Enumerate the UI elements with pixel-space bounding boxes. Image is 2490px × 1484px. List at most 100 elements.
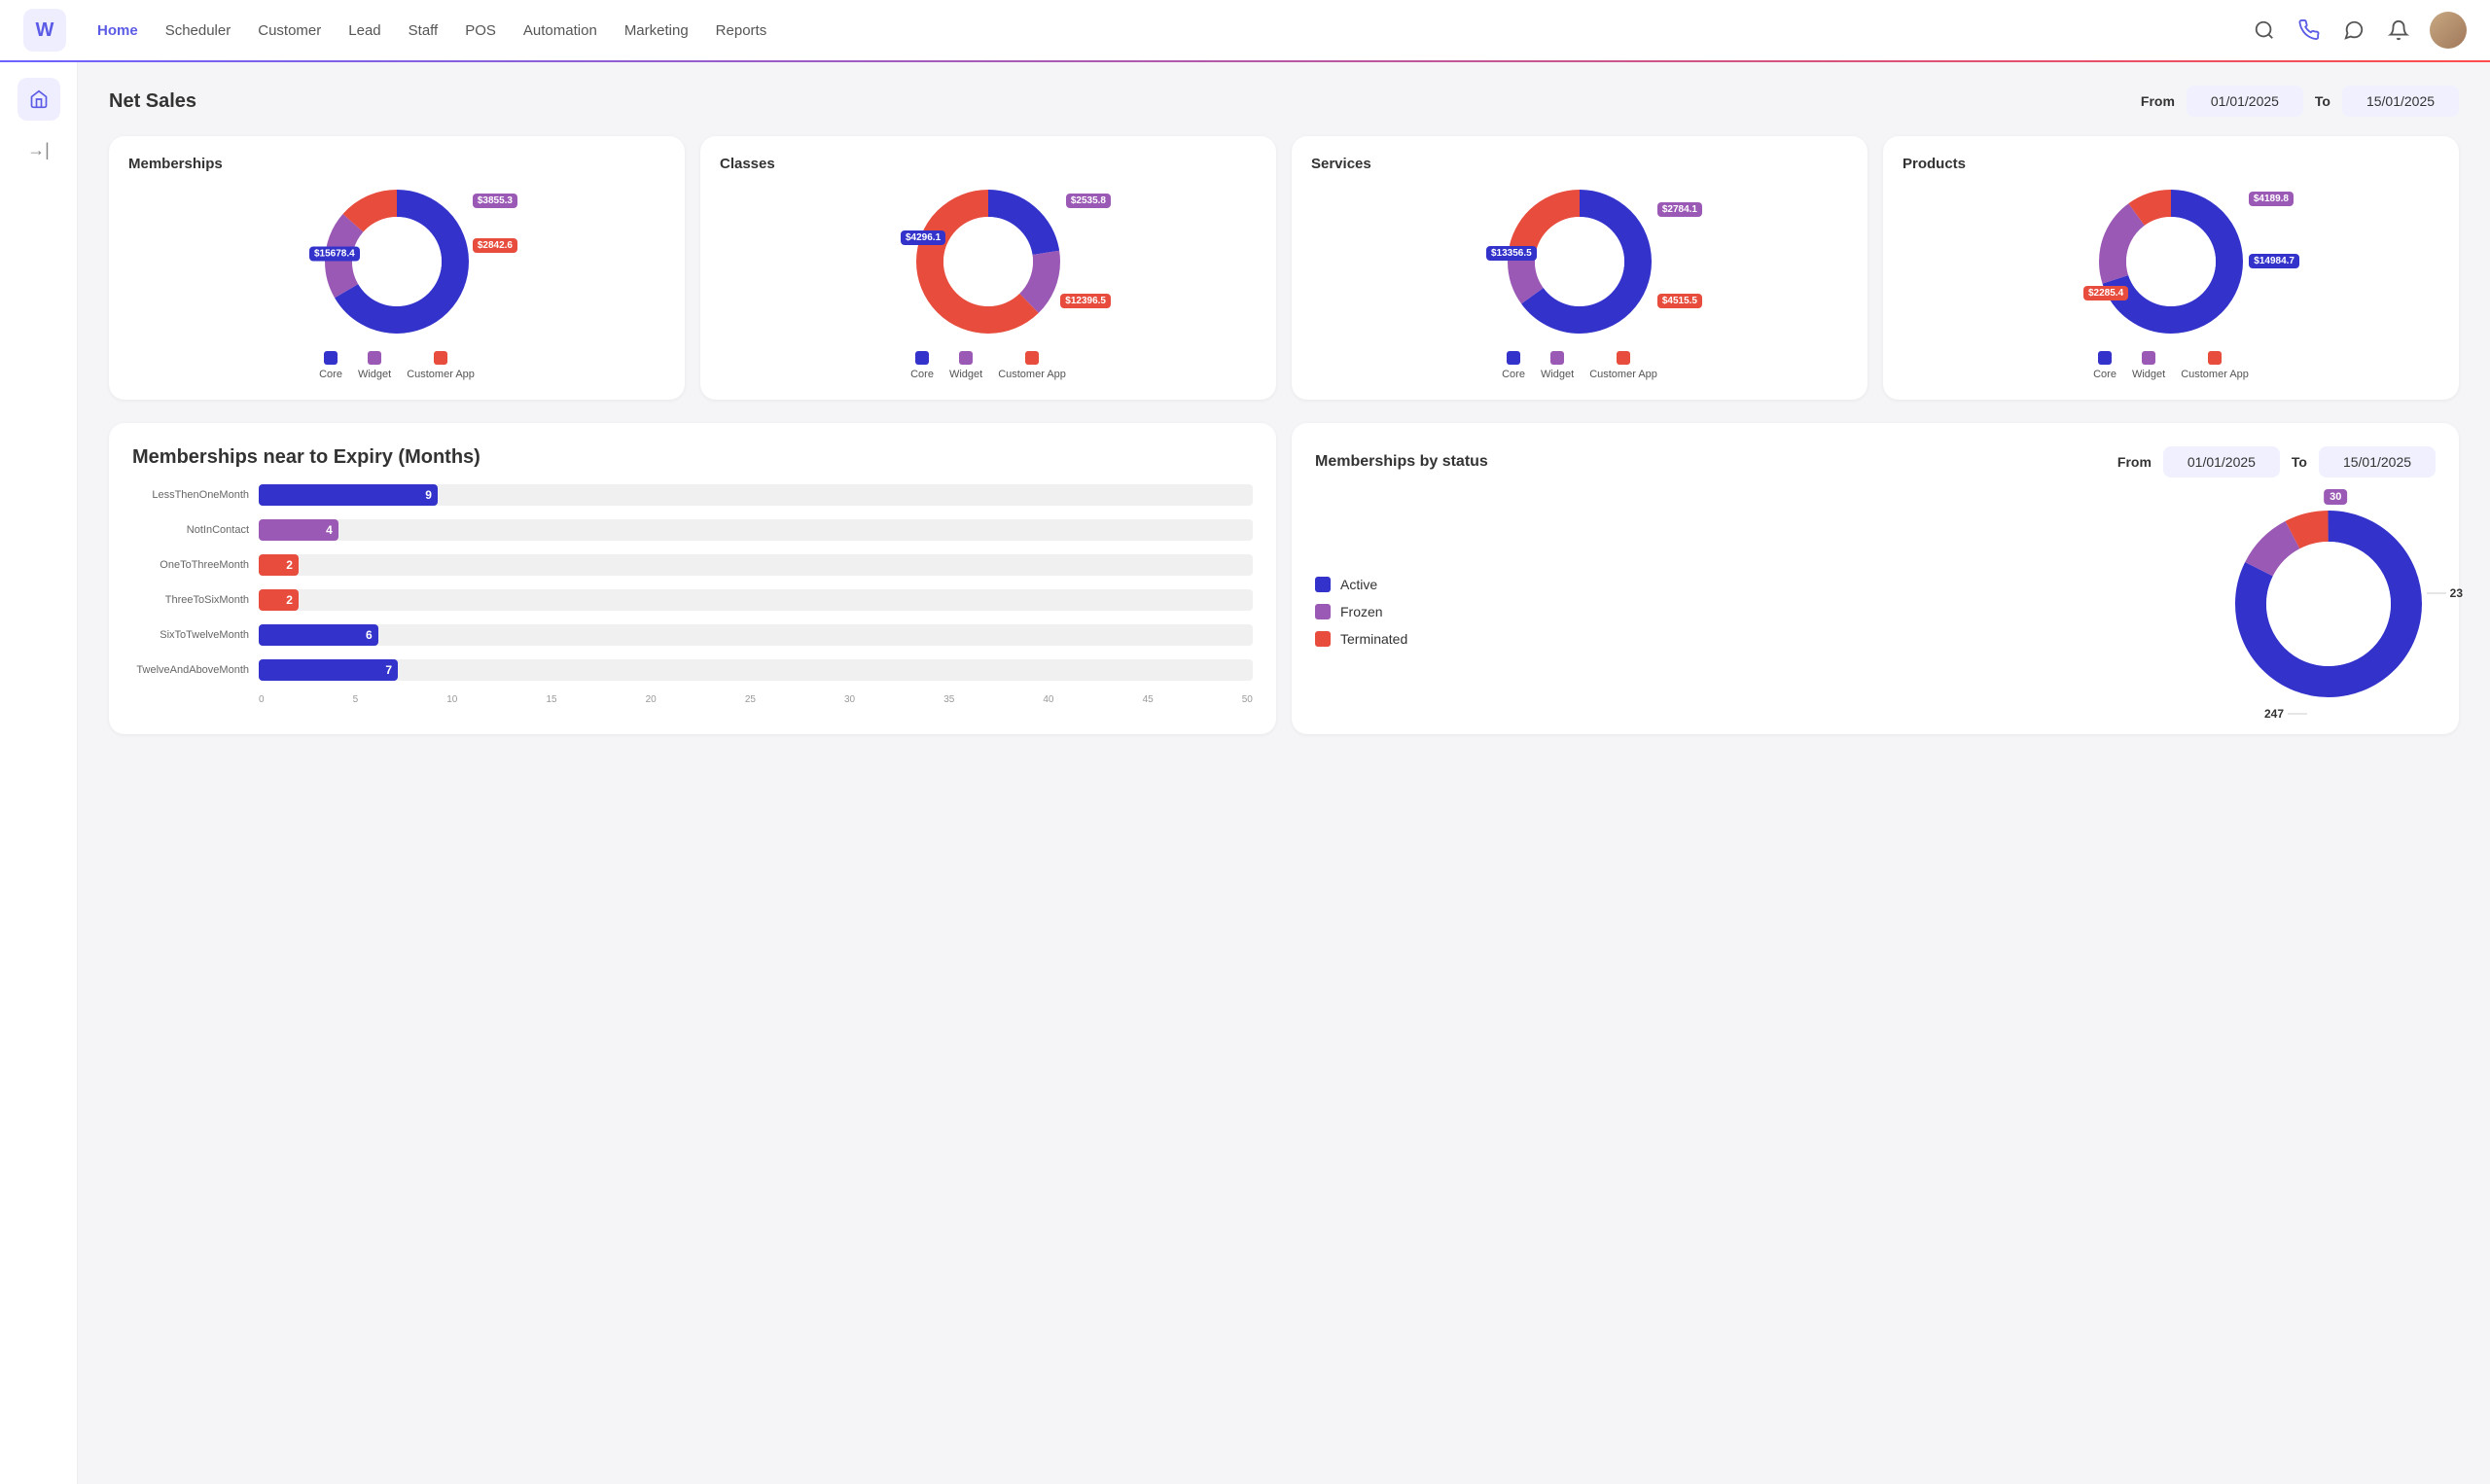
services-card: Services $13356.5 $2784.1	[1292, 136, 1868, 400]
terminated-dot	[1315, 631, 1331, 647]
classes-core-dot	[915, 351, 929, 365]
classes-core-label: $4296.1	[901, 230, 945, 245]
status-terminated-value: 23	[2427, 586, 2463, 600]
bar-track: 2	[259, 589, 1253, 611]
bar-label: TwelveAndAboveMonth	[132, 664, 259, 676]
products-donut-container: $14984.7 $4189.8 $2285.4	[1903, 184, 2439, 339]
classes-legend-widget: Widget	[949, 351, 982, 380]
notification-icon[interactable]	[2385, 17, 2412, 44]
products-app-dot	[2208, 351, 2222, 365]
legend-customer-app: Customer App	[407, 351, 475, 380]
bottom-grid: Memberships near to Expiry (Months) Less…	[109, 423, 2459, 734]
services-legend: Core Widget Customer App	[1311, 351, 1848, 380]
classes-widget-dot	[959, 351, 973, 365]
classes-legend: Core Widget Customer App	[720, 351, 1257, 380]
bar-row: LessThenOneMonth 9	[132, 484, 1253, 506]
memberships-donut-container: $15678.4 $3855.3 $2842.6	[128, 184, 665, 339]
nav-item-staff[interactable]: Staff	[409, 18, 439, 43]
services-core-lbl: Core	[1502, 369, 1525, 380]
memberships-donut: $15678.4 $3855.3 $2842.6	[319, 184, 475, 339]
app-body: →| Net Sales From 01/01/2025 To 15/01/20…	[0, 62, 2490, 1484]
sidebar-home-icon[interactable]	[18, 78, 60, 121]
classes-title: Classes	[720, 156, 1257, 172]
bar-axis: 05101520253035404550	[259, 694, 1253, 705]
net-sales-title: Net Sales	[109, 90, 2141, 113]
memberships-app-label: $2842.6	[473, 238, 517, 253]
status-title: Memberships by status	[1315, 453, 2106, 471]
classes-core-lbl: Core	[910, 369, 934, 380]
status-frozen-value: 30	[2324, 489, 2347, 505]
status-to-date[interactable]: 15/01/2025	[2319, 446, 2436, 477]
status-header: Memberships by status From 01/01/2025 To…	[1315, 446, 2436, 477]
nav-item-marketing[interactable]: Marketing	[624, 18, 689, 43]
products-widget-label: $4189.8	[2249, 192, 2294, 206]
active-label: Active	[1340, 577, 1377, 592]
bar-fill: 6	[259, 624, 378, 646]
customer-app-dot	[434, 351, 447, 365]
bar-row: OneToThreeMonth 2	[132, 554, 1253, 576]
products-card: Products $14984.7 $4189.8	[1883, 136, 2459, 400]
phone-icon[interactable]	[2295, 17, 2323, 44]
expiry-card: Memberships near to Expiry (Months) Less…	[109, 423, 1276, 734]
widget-dot	[368, 351, 381, 365]
nav-item-home[interactable]: Home	[97, 18, 138, 43]
status-active-value: 247	[2264, 707, 2307, 721]
services-donut-container: $13356.5 $2784.1 $4515.5	[1311, 184, 1848, 339]
status-from-date[interactable]: 01/01/2025	[2163, 446, 2280, 477]
legend-core: Core	[319, 351, 342, 380]
classes-legend-app: Customer App	[998, 351, 1066, 380]
bar-track: 2	[259, 554, 1253, 576]
classes-app-lbl: Customer App	[998, 369, 1066, 380]
products-core-label: $14984.7	[2249, 254, 2299, 268]
bar-fill: 2	[259, 554, 299, 576]
charts-grid: Memberships $15678.4 $385	[109, 136, 2459, 400]
from-date-input[interactable]: 01/01/2025	[2187, 86, 2303, 117]
bar-track: 7	[259, 659, 1253, 681]
services-app-lbl: Customer App	[1589, 369, 1657, 380]
status-donut-row: Active Frozen Terminated	[1315, 497, 2436, 711]
sidebar-collapse-icon[interactable]: →|	[27, 140, 50, 160]
app-logo: W	[23, 9, 66, 52]
services-widget-lbl: Widget	[1541, 369, 1574, 380]
net-sales-date-range: From 01/01/2025 To 15/01/2025	[2141, 86, 2459, 117]
to-date-input[interactable]: 15/01/2025	[2342, 86, 2459, 117]
services-widget-label: $2784.1	[1657, 202, 1702, 217]
bar-value: 6	[366, 628, 378, 642]
frozen-label: Frozen	[1340, 604, 1383, 619]
services-donut: $13356.5 $2784.1 $4515.5	[1502, 184, 1657, 339]
classes-donut-container: $4296.1 $2535.8 $12396.5	[720, 184, 1257, 339]
search-icon[interactable]	[2251, 17, 2278, 44]
core-label: Core	[319, 369, 342, 380]
status-from-label: From	[2117, 454, 2152, 470]
nav-item-automation[interactable]: Automation	[523, 18, 597, 43]
nav-item-reports[interactable]: Reports	[716, 18, 767, 43]
customer-app-label: Customer App	[407, 369, 475, 380]
products-legend: Core Widget Customer App	[1903, 351, 2439, 380]
bar-fill: 2	[259, 589, 299, 611]
bar-label: ThreeToSixMonth	[132, 594, 259, 606]
from-label: From	[2141, 93, 2175, 109]
services-widget-dot	[1550, 351, 1564, 365]
legend-widget: Widget	[358, 351, 391, 380]
nav-item-pos[interactable]: POS	[465, 18, 496, 43]
bar-track: 4	[259, 519, 1253, 541]
nav-item-customer[interactable]: Customer	[258, 18, 321, 43]
nav-item-lead[interactable]: Lead	[348, 18, 380, 43]
bar-row: SixToTwelveMonth 6	[132, 624, 1253, 646]
bar-value: 9	[425, 488, 438, 502]
services-core-dot	[1507, 351, 1520, 365]
status-to-label: To	[2292, 454, 2307, 470]
bar-fill: 7	[259, 659, 398, 681]
whatsapp-icon[interactable]	[2340, 17, 2367, 44]
user-avatar[interactable]	[2430, 12, 2467, 49]
nav-item-scheduler[interactable]: Scheduler	[165, 18, 231, 43]
bar-row: TwelveAndAboveMonth 7	[132, 659, 1253, 681]
bar-label: OneToThreeMonth	[132, 559, 259, 571]
memberships-core-label: $15678.4	[309, 247, 360, 262]
expiry-bar-chart: LessThenOneMonth 9 NotInContact 4 OneToT…	[132, 484, 1253, 681]
status-card: Memberships by status From 01/01/2025 To…	[1292, 423, 2459, 734]
status-frozen: Frozen	[1315, 604, 1407, 619]
bar-value: 4	[326, 523, 338, 537]
status-donut-wrap: 30 23 247	[2222, 497, 2436, 711]
bar-fill: 4	[259, 519, 338, 541]
